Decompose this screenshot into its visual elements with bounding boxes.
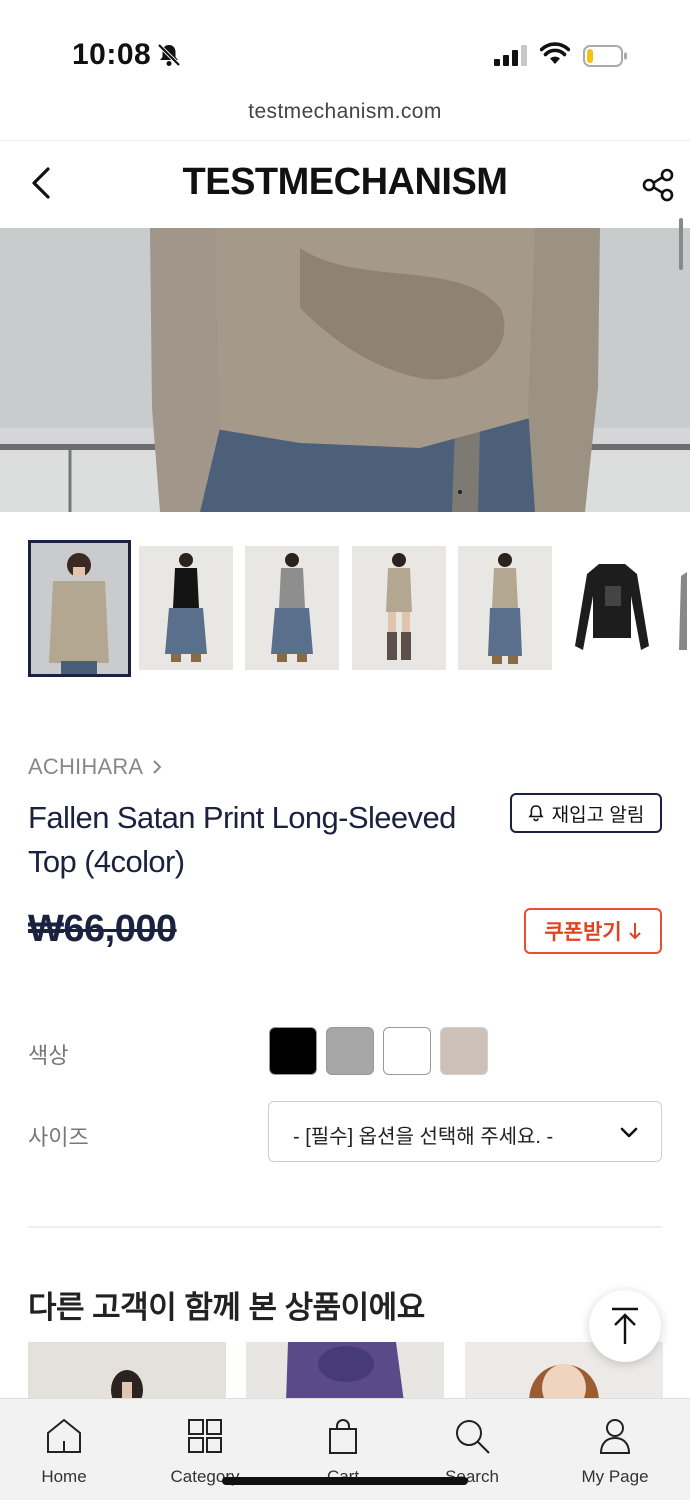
scroll-to-top-button[interactable] bbox=[589, 1290, 661, 1362]
coupon-download-button[interactable]: 쿠폰받기 bbox=[524, 908, 662, 954]
product-photo bbox=[0, 228, 690, 512]
section-divider bbox=[28, 1226, 662, 1228]
brand-logo[interactable]: TESTMECHANISM bbox=[0, 161, 690, 204]
recommended-product-card[interactable] bbox=[246, 1342, 444, 1402]
brand-link-label: ACHIHARA bbox=[28, 754, 144, 779]
restock-alert-button[interactable]: 재입고 알림 bbox=[510, 793, 662, 833]
size-select-value: - [필수] 옵션을 선택해 주세요. - bbox=[293, 1126, 554, 1148]
thumbnail[interactable] bbox=[245, 546, 339, 670]
battery-icon bbox=[583, 45, 627, 67]
product-price: ₩66,000 bbox=[28, 908, 177, 950]
signal-icon bbox=[494, 45, 527, 66]
color-swatch-gray[interactable] bbox=[326, 1027, 374, 1075]
thumbnail[interactable] bbox=[458, 546, 552, 670]
recommend-section-title: 다른 고객이 함께 본 상품이에요 bbox=[28, 1290, 425, 1325]
nav-mypage-label: My Page bbox=[581, 1467, 649, 1486]
home-icon bbox=[47, 1418, 81, 1453]
category-icon bbox=[188, 1419, 222, 1453]
chevron-down-icon bbox=[620, 1127, 638, 1138]
thumbnail[interactable] bbox=[671, 546, 690, 670]
thumbnail[interactable] bbox=[28, 540, 131, 677]
recommended-product-card[interactable] bbox=[28, 1342, 226, 1402]
search-icon bbox=[456, 1420, 490, 1454]
chevron-right-icon bbox=[153, 760, 162, 774]
size-option-label: 사이즈 bbox=[28, 1125, 89, 1150]
thumbnail[interactable] bbox=[139, 546, 233, 670]
product-title: Fallen Satan Print Long-Sleeved Top (4co… bbox=[28, 800, 456, 879]
download-arrow-icon bbox=[628, 923, 641, 940]
coupon-label: 쿠폰받기 bbox=[544, 921, 622, 944]
thumbnail-strip[interactable] bbox=[28, 540, 690, 680]
restock-alert-label: 재입고 알림 bbox=[551, 804, 645, 826]
product-main-image[interactable] bbox=[0, 228, 690, 512]
color-swatch-white[interactable] bbox=[383, 1027, 431, 1075]
status-time: 10:08 bbox=[72, 38, 152, 71]
bell-icon bbox=[528, 805, 544, 822]
brand-link[interactable]: ACHIHARA bbox=[28, 754, 163, 780]
share-icon[interactable] bbox=[640, 167, 676, 203]
arrow-up-icon bbox=[612, 1307, 638, 1344]
scroll-indicator bbox=[679, 218, 683, 270]
url-bar[interactable]: testmechanism.com bbox=[0, 100, 690, 140]
color-swatch-beige[interactable] bbox=[440, 1027, 488, 1075]
bell-off-icon bbox=[157, 43, 181, 67]
nav-mypage[interactable]: My Page bbox=[560, 1417, 670, 1487]
nav-home[interactable]: Home bbox=[9, 1417, 119, 1487]
app-header: TESTMECHANISM bbox=[0, 141, 690, 228]
thumbnail[interactable] bbox=[352, 546, 446, 670]
status-bar: 10:08 bbox=[0, 0, 690, 100]
cart-icon bbox=[329, 1419, 357, 1454]
user-icon bbox=[599, 1419, 631, 1454]
nav-home-label: Home bbox=[41, 1467, 87, 1486]
color-swatch-black[interactable] bbox=[269, 1027, 317, 1075]
thumbnail[interactable] bbox=[565, 546, 659, 670]
home-indicator bbox=[222, 1477, 468, 1485]
color-option-label: 색상 bbox=[28, 1043, 69, 1068]
wifi-icon bbox=[540, 42, 570, 64]
size-select[interactable]: - [필수] 옵션을 선택해 주세요. - bbox=[268, 1101, 662, 1162]
